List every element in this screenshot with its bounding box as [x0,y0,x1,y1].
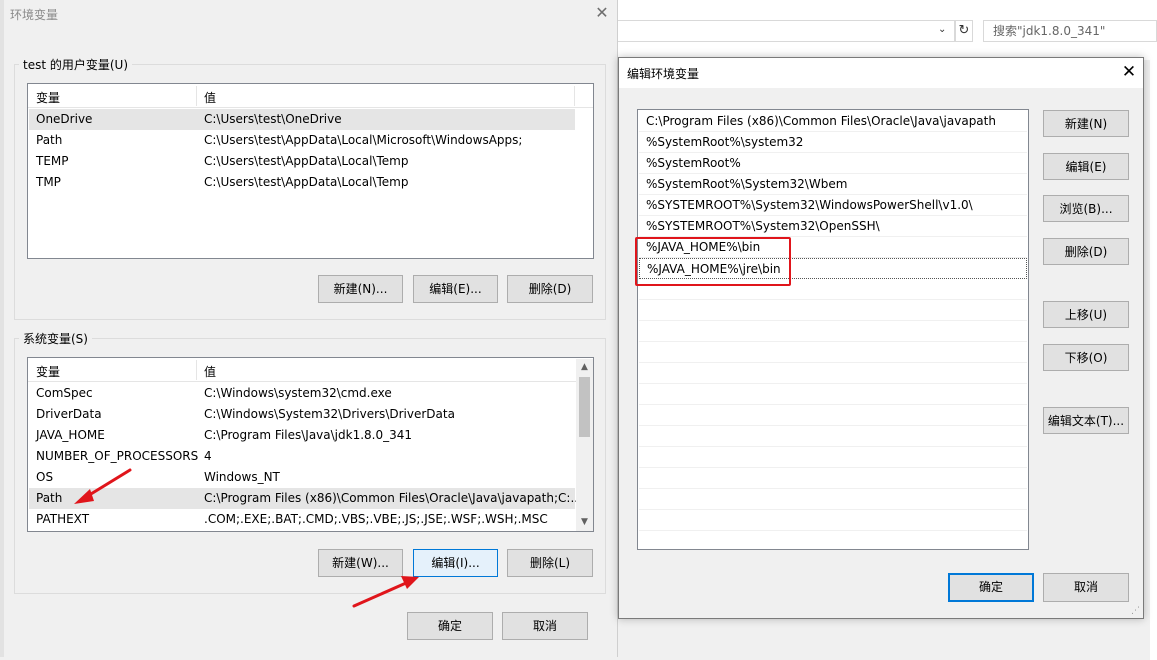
list-item[interactable]: %SystemRoot% [639,153,1027,174]
list-item-empty[interactable] [639,300,1027,321]
user-new-button[interactable]: 新建(N)... [318,275,403,303]
list-item-empty[interactable] [639,405,1027,426]
scroll-up-icon[interactable]: ▲ [576,359,593,376]
table-row[interactable]: DriverData C:\Windows\System32\Drivers\D… [29,404,575,425]
table-row[interactable]: OS Windows_NT [29,467,575,488]
variable-value: C:\Users\test\OneDrive [204,112,342,126]
list-item-empty[interactable] [639,321,1027,342]
list-item[interactable]: %SystemRoot%\System32\Wbem [639,174,1027,195]
variable-value: C:\Windows\System32\Drivers\DriverData [204,407,455,421]
chevron-down-icon[interactable]: ⌄ [938,24,950,38]
variable-name: TEMP [36,154,69,168]
column-divider[interactable] [574,86,575,106]
environment-variables-dialog: 环境变量 ✕ test 的用户变量(U) 变量 值 OneDrive C:\Us… [0,0,618,657]
table-row[interactable]: Path C:\Users\test\AppData\Local\Microso… [29,130,575,151]
new-entry-button[interactable]: 新建(N) [1043,110,1129,137]
ok-button[interactable]: 确定 [948,573,1034,602]
variable-value: C:\Windows\system32\cmd.exe [204,386,392,400]
annotation-highlight-box [635,237,791,286]
system-variables-list[interactable]: 变量 值 ComSpec C:\Windows\system32\cmd.exe… [27,357,594,532]
list-item-empty[interactable] [639,426,1027,447]
list-item[interactable]: %SYSTEMROOT%\System32\WindowsPowerShell\… [639,195,1027,216]
close-icon[interactable]: ✕ [594,4,610,22]
vertical-scrollbar[interactable]: ▲ ▼ [576,359,593,531]
variable-value: 4 [204,449,212,463]
system-variables-label: 系统变量(S) [19,330,92,347]
variable-name: ComSpec [36,386,93,400]
cancel-button[interactable]: 取消 [502,612,588,640]
column-header-value[interactable]: 值 [204,363,216,380]
background-strip [1150,60,1157,660]
variable-value: C:\Program Files\Java\jdk1.8.0_341 [204,428,413,442]
search-input[interactable]: 搜索"jdk1.8.0_341" [983,20,1157,42]
list-item-empty[interactable] [639,363,1027,384]
list-header: 变量 值 [28,84,593,108]
table-row[interactable]: TEMP C:\Users\test\AppData\Local\Temp [29,151,575,172]
table-row[interactable]: TMP C:\Users\test\AppData\Local\Temp [29,172,575,193]
list-item-empty[interactable] [639,489,1027,510]
variable-name: DriverData [36,407,102,421]
variable-name: TMP [36,175,61,189]
variable-value: C:\Program Files (x86)\Common Files\Orac… [204,491,582,505]
list-item-empty[interactable] [639,384,1027,405]
column-header-variable[interactable]: 变量 [36,363,60,380]
browse-button[interactable]: 浏览(B)... [1043,195,1129,222]
variable-name: PATHEXT [36,512,90,526]
user-variables-label: test 的用户变量(U) [19,56,133,73]
user-delete-button[interactable]: 删除(D) [507,275,593,303]
refresh-icon[interactable]: ↻ [955,20,973,42]
window-edge [0,0,4,657]
system-new-button[interactable]: 新建(W)... [318,549,403,577]
edit-entry-button[interactable]: 编辑(E) [1043,153,1129,180]
variable-name: Path [36,133,63,147]
table-row[interactable]: JAVA_HOME C:\Program Files\Java\jdk1.8.0… [29,425,575,446]
edit-text-button[interactable]: 编辑文本(T)... [1043,407,1129,434]
list-item[interactable]: %SYSTEMROOT%\System32\OpenSSH\ [639,216,1027,237]
list-item-empty[interactable] [639,447,1027,468]
column-header-value[interactable]: 值 [204,89,216,106]
close-icon[interactable]: ✕ [1119,62,1139,82]
variable-name: Path [36,491,63,505]
dialog-title: 环境变量 [10,8,59,22]
table-row[interactable]: PATHEXT .COM;.EXE;.BAT;.CMD;.VBS;.VBE;.J… [29,509,575,530]
list-item-empty[interactable] [639,510,1027,531]
table-row[interactable]: NUMBER_OF_PROCESSORS 4 [29,446,575,467]
list-item-empty[interactable] [639,342,1027,363]
move-up-button[interactable]: 上移(U) [1043,301,1129,328]
path-entries-list[interactable]: C:\Program Files (x86)\Common Files\Orac… [637,109,1029,550]
user-edit-button[interactable]: 编辑(E)... [413,275,498,303]
column-header-variable[interactable]: 变量 [36,89,60,106]
list-header: 变量 值 [28,358,593,382]
resize-grip-icon[interactable]: ⋰ [1131,606,1141,616]
variable-value: Windows_NT [204,470,280,484]
ok-button[interactable]: 确定 [407,612,493,640]
variable-name: OS [36,470,54,484]
variable-name: NUMBER_OF_PROCESSORS [36,449,199,463]
list-item[interactable]: C:\Program Files (x86)\Common Files\Orac… [639,111,1027,132]
variable-name: JAVA_HOME [36,428,105,442]
variable-value: .COM;.EXE;.BAT;.CMD;.VBS;.VBE;.JS;.JSE;.… [204,512,548,526]
system-edit-button[interactable]: 编辑(I)... [413,549,498,577]
cancel-button[interactable]: 取消 [1043,573,1129,602]
variable-value: C:\Users\test\AppData\Local\Microsoft\Wi… [204,133,523,147]
move-down-button[interactable]: 下移(O) [1043,344,1129,371]
system-delete-button[interactable]: 删除(L) [507,549,593,577]
column-divider[interactable] [196,360,197,380]
dialog-title: 编辑环境变量 [627,67,700,81]
address-bar[interactable]: ⌄ [618,20,955,42]
scroll-down-icon[interactable]: ▼ [576,514,593,531]
table-row[interactable]: ComSpec C:\Windows\system32\cmd.exe [29,383,575,404]
variable-name: OneDrive [36,112,93,126]
variable-value: C:\Users\test\AppData\Local\Temp [204,154,409,168]
variable-value: C:\Users\test\AppData\Local\Temp [204,175,409,189]
table-row[interactable]: OneDrive C:\Users\test\OneDrive [29,109,575,130]
column-divider[interactable] [196,86,197,106]
delete-entry-button[interactable]: 删除(D) [1043,238,1129,265]
scrollbar-thumb[interactable] [579,377,590,437]
user-variables-list[interactable]: 变量 值 OneDrive C:\Users\test\OneDrive Pat… [27,83,594,259]
table-row-path-selected[interactable]: Path C:\Program Files (x86)\Common Files… [29,488,582,509]
list-item-empty[interactable] [639,468,1027,489]
list-item[interactable]: %SystemRoot%\system32 [639,132,1027,153]
edit-environment-variable-dialog: 编辑环境变量 ✕ C:\Program Files (x86)\Common F… [618,57,1144,619]
